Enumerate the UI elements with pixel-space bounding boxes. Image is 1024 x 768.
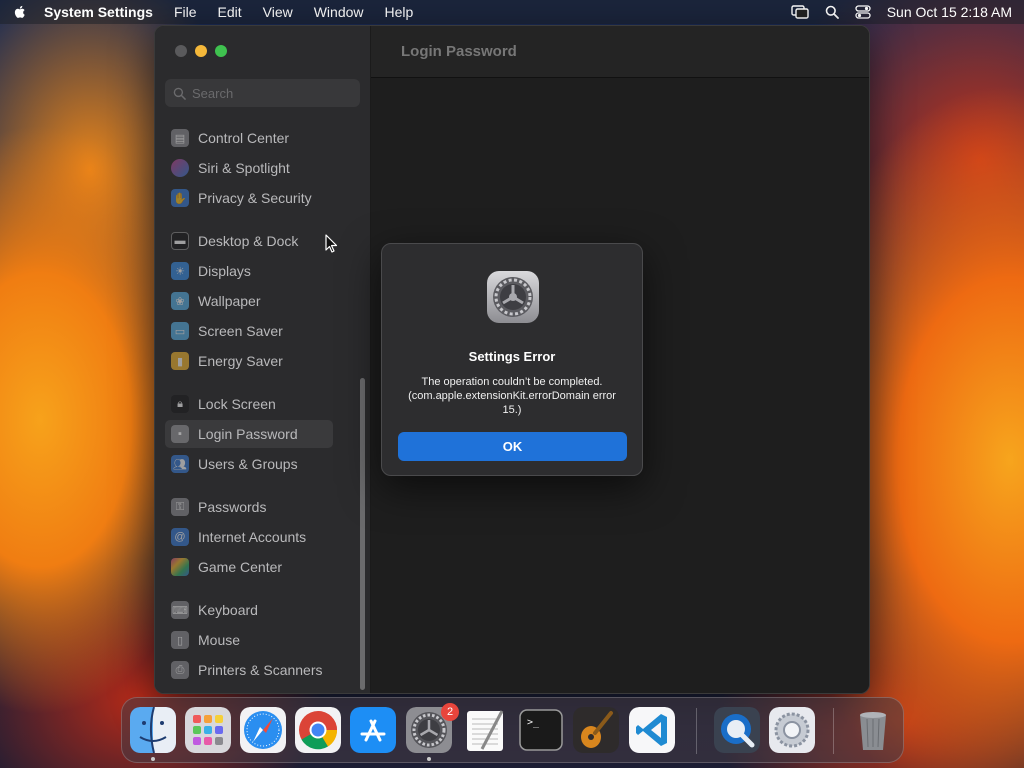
sidebar-item-label: Screen Saver <box>198 323 283 339</box>
mouse-icon: ▯ <box>171 631 189 649</box>
control-center-icon[interactable] <box>855 5 871 19</box>
sidebar-item-label: Desktop & Dock <box>198 233 299 249</box>
system-settings-running-indicator <box>427 757 431 761</box>
printer-icon: ⎙ <box>171 661 189 679</box>
terminal-icon[interactable]: >_ <box>518 707 564 753</box>
dock: 2 >_ <box>121 697 904 763</box>
sidebar-item-control-center[interactable]: ▤ Control Center <box>165 124 345 152</box>
screen-mirroring-icon[interactable] <box>791 5 809 19</box>
sidebar-item-keyboard[interactable]: ⌨ Keyboard <box>165 596 345 624</box>
search-icon <box>173 87 186 100</box>
sidebar-item-label: Keyboard <box>198 602 258 618</box>
menubar-clock[interactable]: Sun Oct 15 2:18 AM <box>887 4 1012 20</box>
textedit-icon[interactable] <box>462 707 508 753</box>
sidebar: ▤ Control Center Siri & Spotlight ✋ Priv… <box>155 26 371 693</box>
search-input[interactable] <box>192 85 352 101</box>
sidebar-item-label: Game Center <box>198 559 283 575</box>
sidebar-item-label: Users & Groups <box>198 456 298 472</box>
page-title: Login Password <box>401 43 517 60</box>
wallpaper-icon: ❀ <box>171 292 189 310</box>
sun-icon: ☀ <box>171 262 189 280</box>
sidebar-item-users-groups[interactable]: 👥︎ Users & Groups <box>165 450 345 478</box>
launchpad-icon[interactable] <box>185 707 231 753</box>
ok-button[interactable]: OK <box>398 432 627 461</box>
quicktime-icon[interactable] <box>714 707 760 753</box>
dock-icon: ▬ <box>171 232 189 250</box>
hand-icon: ✋ <box>171 189 189 207</box>
sidebar-item-passwords[interactable]: ⚿ Passwords <box>165 493 345 521</box>
sidebar-item-screen-saver[interactable]: ▭ Screen Saver <box>165 317 345 345</box>
sidebar-item-internet-accounts[interactable]: @ Internet Accounts <box>165 523 345 551</box>
close-button[interactable] <box>175 45 187 57</box>
menu-edit[interactable]: Edit <box>218 4 242 20</box>
mouse-cursor-icon <box>325 234 338 253</box>
menu-help[interactable]: Help <box>385 4 414 20</box>
menu-view[interactable]: View <box>263 4 293 20</box>
control-center-icon: ▤ <box>171 129 189 147</box>
dialog-title: Settings Error <box>468 349 556 364</box>
sidebar-scrollbar[interactable] <box>360 378 365 690</box>
at-icon: @ <box>171 528 189 546</box>
sidebar-item-mouse[interactable]: ▯ Mouse <box>165 626 345 654</box>
dock-separator <box>696 708 697 754</box>
minimize-button[interactable] <box>195 45 207 57</box>
apple-menu-icon[interactable] <box>12 4 28 20</box>
sidebar-item-label: Lock Screen <box>198 396 276 412</box>
settings-gear-icon[interactable] <box>769 707 815 753</box>
lock-icon: 🔒︎ <box>171 395 189 413</box>
key-icon: ⚿ <box>171 498 189 516</box>
sidebar-item-game-center[interactable]: Game Center <box>165 553 345 581</box>
sidebar-item-label: Energy Saver <box>198 353 283 369</box>
system-settings-gear-icon <box>487 271 539 323</box>
sidebar-item-label: Printers & Scanners <box>198 662 323 678</box>
content-header: Login Password <box>371 26 869 78</box>
chrome-icon[interactable] <box>295 707 341 753</box>
sidebar-item-login-password[interactable]: ▪ Login Password <box>165 420 333 448</box>
siri-icon <box>171 159 189 177</box>
spotlight-search-icon[interactable] <box>825 5 839 19</box>
users-icon: 👥︎ <box>171 455 189 473</box>
dock-separator <box>833 708 834 754</box>
sidebar-item-siri-spotlight[interactable]: Siri & Spotlight <box>165 154 345 182</box>
sidebar-item-displays[interactable]: ☀ Displays <box>165 257 345 285</box>
vscode-icon[interactable] <box>629 707 675 753</box>
app-store-icon[interactable] <box>350 707 396 753</box>
zoom-button[interactable] <box>215 45 227 57</box>
sidebar-item-lock-screen[interactable]: 🔒︎ Lock Screen <box>165 390 345 418</box>
menu-bar: System Settings File Edit View Window He… <box>0 0 1024 24</box>
sidebar-item-label: Control Center <box>198 130 290 146</box>
sidebar-item-label: Mouse <box>198 632 241 648</box>
finder-running-indicator <box>151 757 155 761</box>
sidebar-item-label: Wallpaper <box>198 293 261 309</box>
sidebar-item-label: Displays <box>198 263 251 279</box>
sidebar-item-label: Internet Accounts <box>198 529 307 545</box>
notification-badge: 2 <box>441 703 459 721</box>
sidebar-item-label: Passwords <box>198 499 267 515</box>
sidebar-item-wallpaper[interactable]: ❀ Wallpaper <box>165 287 345 315</box>
game-center-icon <box>171 558 189 576</box>
battery-icon: ▮ <box>171 352 189 370</box>
sidebar-item-privacy-security[interactable]: ✋ Privacy & Security <box>165 184 345 212</box>
screen-saver-icon: ▭ <box>171 322 189 340</box>
sidebar-item-desktop-dock[interactable]: ▬ Desktop & Dock <box>165 227 345 255</box>
garageband-icon[interactable] <box>573 707 619 753</box>
window-controls <box>175 45 227 57</box>
svg-text:>_: >_ <box>527 717 540 728</box>
finder-icon[interactable] <box>130 707 176 753</box>
sidebar-item-label: Privacy & Security <box>198 190 312 206</box>
sidebar-item-printers-scanners[interactable]: ⎙ Printers & Scanners <box>165 656 345 684</box>
menu-file[interactable]: File <box>174 4 197 20</box>
dialog-message: The operation couldn’t be completed. (co… <box>408 376 616 416</box>
sidebar-item-energy-saver[interactable]: ▮ Energy Saver <box>165 347 345 375</box>
keyboard-icon: ⌨ <box>171 601 189 619</box>
sidebar-item-label: Siri & Spotlight <box>198 160 290 176</box>
trash-icon[interactable] <box>850 707 896 753</box>
menu-window[interactable]: Window <box>314 4 364 20</box>
password-icon: ▪ <box>171 425 189 443</box>
sidebar-item-label: Login Password <box>198 426 298 442</box>
safari-icon[interactable] <box>240 707 286 753</box>
search-field[interactable] <box>165 79 360 107</box>
error-dialog: Settings Error The operation couldn’t be… <box>381 243 643 476</box>
menu-app-name[interactable]: System Settings <box>44 4 153 20</box>
